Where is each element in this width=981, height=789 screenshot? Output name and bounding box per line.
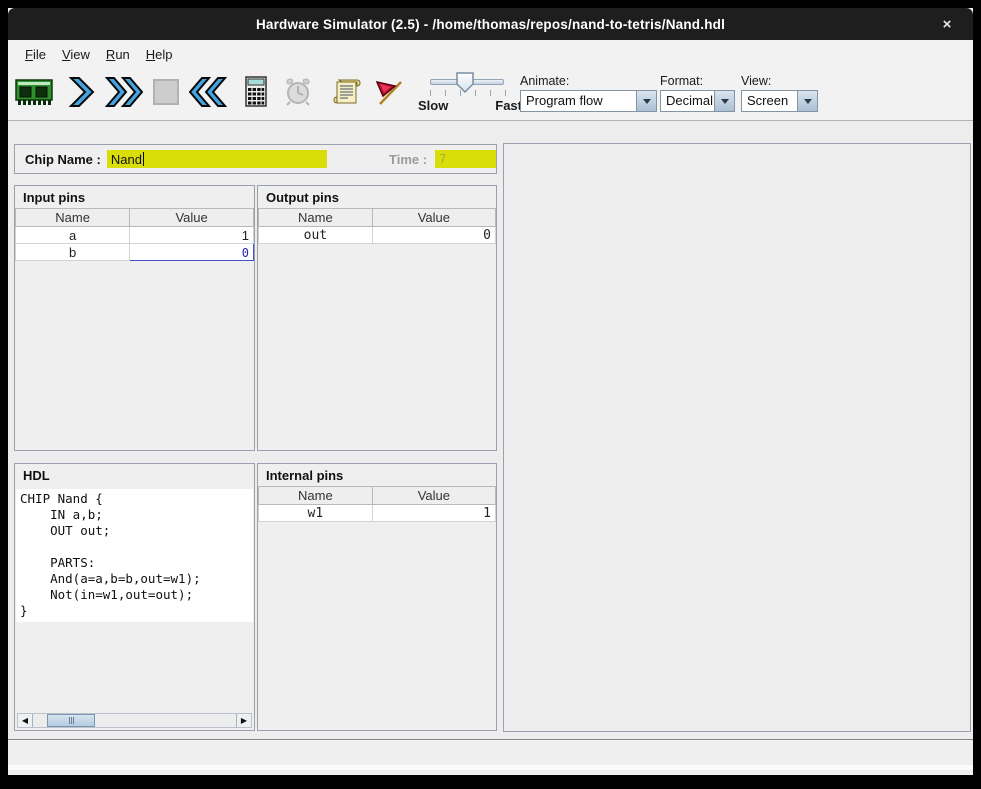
column-header-value[interactable]: Value	[372, 209, 495, 227]
pin-name[interactable]: a	[16, 227, 130, 244]
text-caret	[143, 152, 144, 166]
alarm-clock-icon	[282, 76, 314, 113]
scroll-icon	[332, 77, 362, 112]
menu-view[interactable]: View	[54, 44, 98, 65]
time-field: 7	[435, 150, 496, 168]
scroll-left-icon[interactable]: ◀	[18, 714, 33, 727]
calculator-icon	[244, 76, 270, 113]
scroll-right-icon[interactable]: ▶	[236, 714, 251, 727]
chip-name-input[interactable]: Nand	[107, 150, 327, 168]
view-hdl-button[interactable]	[327, 73, 367, 115]
input-pins-table: Name Value a 1 b 0	[15, 208, 254, 261]
pin-value: 1	[372, 505, 495, 522]
slider-fast-label: Fast	[495, 98, 522, 113]
chip-name-label: Chip Name :	[25, 152, 101, 167]
scrollbar-thumb[interactable]	[47, 714, 95, 727]
pin-name: w1	[259, 505, 373, 522]
internal-pins-panel: Internal pins Name Value w1 1	[257, 463, 497, 731]
hdl-title: HDL	[15, 464, 254, 486]
animate-label: Animate:	[520, 74, 657, 88]
format-select[interactable]: Decimal	[660, 90, 735, 112]
slider-ticks	[430, 90, 506, 97]
toolbar: Slow Fast Animate: Program flow Format: …	[8, 68, 973, 121]
output-pins-title: Output pins	[258, 186, 496, 208]
output-pins-table: Name Value out 0	[258, 208, 496, 244]
column-header-value[interactable]: Value	[130, 209, 254, 227]
time-label: Time :	[389, 152, 427, 167]
stop-square-icon	[152, 78, 180, 111]
chip-view-panel	[503, 143, 971, 732]
double-chevron-right-icon	[105, 76, 143, 113]
chip-header-panel: Chip Name : Nand Time : 7	[14, 144, 497, 174]
pin-name[interactable]: b	[16, 244, 130, 261]
slider-slow-label: Slow	[418, 98, 448, 113]
pin-value: 0	[372, 227, 495, 244]
time-value: 7	[439, 152, 446, 166]
menu-run[interactable]: Run	[98, 44, 138, 65]
content-area: Chip Name : Nand Time : 7 Input pins Nam…	[8, 121, 973, 739]
input-pins-title: Input pins	[15, 186, 254, 208]
eval-button[interactable]	[237, 73, 277, 115]
chevron-down-icon[interactable]	[797, 91, 817, 111]
memory-chip-icon	[15, 76, 53, 113]
red-flag-icon	[373, 76, 405, 113]
speed-slider[interactable]: Slow Fast	[416, 70, 522, 118]
title-bar[interactable]: Hardware Simulator (2.5) - /home/thomas/…	[8, 8, 973, 40]
animate-value: Program flow	[521, 91, 636, 111]
reset-button[interactable]	[188, 73, 228, 115]
view-label: View:	[741, 74, 818, 88]
column-header-name[interactable]: Name	[259, 487, 373, 505]
view-value: Screen	[742, 91, 797, 111]
format-label: Format:	[660, 74, 735, 88]
table-row: out 0	[259, 227, 496, 244]
view-select[interactable]: Screen	[741, 90, 818, 112]
run-button[interactable]	[104, 73, 144, 115]
input-pins-panel: Input pins Name Value a 1 b 0	[14, 185, 255, 451]
pin-value[interactable]: 1	[130, 227, 254, 244]
format-group: Format: Decimal	[660, 74, 735, 112]
close-icon[interactable]: ×	[933, 8, 961, 40]
pin-name: out	[259, 227, 373, 244]
status-bar	[8, 739, 973, 775]
hdl-panel: HDL CHIP Nand { IN a,b; OUT out; PARTS: …	[14, 463, 255, 731]
breakpoints-button[interactable]	[369, 73, 409, 115]
chevron-down-icon[interactable]	[714, 91, 734, 111]
internal-pins-title: Internal pins	[258, 464, 496, 486]
column-header-name[interactable]: Name	[259, 209, 373, 227]
animate-group: Animate: Program flow	[520, 74, 657, 112]
chip-name-value: Nand	[111, 152, 142, 167]
format-value: Decimal	[661, 91, 714, 111]
load-chip-button[interactable]	[14, 73, 54, 115]
menu-bar: File View Run Help	[8, 40, 973, 68]
menu-help[interactable]: Help	[138, 44, 181, 65]
pin-value-selected[interactable]: 0	[130, 244, 254, 261]
hdl-code-view[interactable]: CHIP Nand { IN a,b; OUT out; PARTS: And(…	[16, 489, 253, 622]
clock-tick-button	[278, 73, 318, 115]
view-group: View: Screen	[741, 74, 818, 112]
column-header-value[interactable]: Value	[372, 487, 495, 505]
animate-select[interactable]: Program flow	[520, 90, 657, 112]
double-chevron-left-icon	[189, 76, 227, 113]
column-header-name[interactable]: Name	[16, 209, 130, 227]
horizontal-scrollbar[interactable]: ◀ ▶	[17, 713, 252, 728]
status-strip	[8, 765, 973, 770]
single-step-button[interactable]	[62, 73, 102, 115]
stop-button	[146, 73, 186, 115]
table-row: b 0	[16, 244, 254, 261]
menu-file[interactable]: File	[17, 44, 54, 65]
table-row: w1 1	[259, 505, 496, 522]
internal-pins-table: Name Value w1 1	[258, 486, 496, 522]
output-pins-panel: Output pins Name Value out 0	[257, 185, 497, 451]
chevron-right-icon	[67, 76, 97, 113]
table-row: a 1	[16, 227, 254, 244]
window-title: Hardware Simulator (2.5) - /home/thomas/…	[256, 17, 725, 32]
app-window: Hardware Simulator (2.5) - /home/thomas/…	[8, 8, 973, 775]
chevron-down-icon[interactable]	[636, 91, 656, 111]
